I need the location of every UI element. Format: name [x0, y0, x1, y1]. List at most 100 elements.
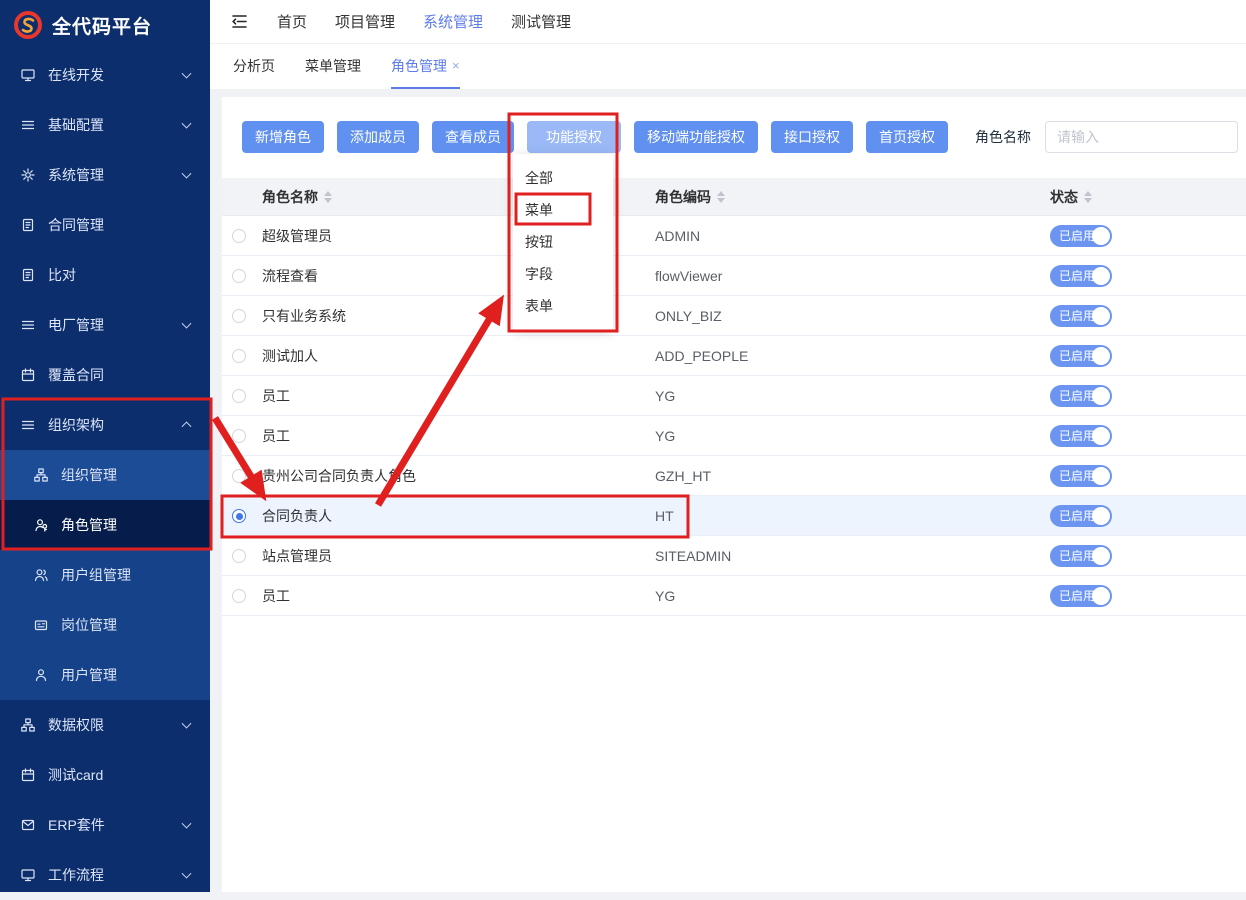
status-toggle[interactable]: 已启用 — [1050, 305, 1112, 327]
sidebar-item-label: 岗位管理 — [61, 615, 117, 635]
dropdown-item[interactable]: 表单 — [513, 290, 613, 322]
navbar-item[interactable]: 首页 — [277, 11, 307, 32]
dropdown-item[interactable]: 按钮 — [513, 226, 613, 258]
role-name-cell: 员工 — [262, 376, 290, 416]
sidebar-item[interactable]: ERP套件 — [0, 800, 210, 850]
top-navbar: 首页 项目管理 系统管理 测试管理 — [210, 0, 1246, 44]
sidebar-item[interactable]: 系统管理 — [0, 150, 210, 200]
radio-button[interactable] — [232, 349, 246, 363]
radio-button[interactable] — [232, 389, 246, 403]
page-tab[interactable]: 菜单管理 × — [305, 44, 361, 89]
user-group-icon — [33, 567, 49, 583]
sidebar-item[interactable]: 用户管理 — [0, 650, 210, 700]
table-row[interactable]: 流程查看 flowViewer 已启用 — [222, 256, 1246, 296]
column-header-role-code[interactable]: 角色编码 — [655, 178, 725, 216]
role-name-cell: 员工 — [262, 416, 290, 456]
navbar-item[interactable]: 测试管理 — [511, 11, 571, 32]
sidebar-item[interactable]: 覆盖合同 — [0, 350, 210, 400]
radio-button[interactable] — [232, 309, 246, 323]
toolbar-button[interactable]: 移动端功能授权 — [634, 121, 758, 153]
toolbar-button[interactable]: 首页授权 — [866, 121, 948, 153]
status-toggle[interactable]: 已启用 — [1050, 545, 1112, 567]
toggle-knob-icon — [1092, 587, 1110, 605]
status-toggle[interactable]: 已启用 — [1050, 385, 1112, 407]
status-toggle[interactable]: 已启用 — [1050, 465, 1112, 487]
role-name-cell: 贵州公司合同负责人角色 — [262, 456, 416, 496]
table-row[interactable]: 员工 YG 已启用 — [222, 416, 1246, 456]
sidebar-item[interactable]: 数据权限 — [0, 700, 210, 750]
column-header-role-name[interactable]: 角色名称 — [262, 178, 332, 216]
close-icon[interactable]: × — [452, 58, 460, 73]
toolbar-button[interactable]: 新增角色 — [242, 121, 324, 153]
sidebar-item[interactable]: 电厂管理 — [0, 300, 210, 350]
status-toggle[interactable]: 已启用 — [1050, 505, 1112, 527]
radio-button[interactable] — [232, 589, 246, 603]
sidebar-item[interactable]: 基础配置 — [0, 100, 210, 150]
table-row[interactable]: 超级管理员 ADMIN 已启用 — [222, 216, 1246, 256]
radio-button[interactable] — [232, 549, 246, 563]
role-code-cell: flowViewer — [655, 256, 722, 296]
role-name-cell: 测试加人 — [262, 336, 318, 376]
toggle-knob-icon — [1092, 427, 1110, 445]
sidebar-item[interactable]: 角色管理 — [0, 500, 210, 550]
status-toggle[interactable]: 已启用 — [1050, 585, 1112, 607]
table-header: 角色名称 角色编码 状态 — [222, 178, 1246, 216]
sidebar-item[interactable]: 组织管理 — [0, 450, 210, 500]
table-row[interactable]: 合同负责人 HT 已启用 — [222, 496, 1246, 536]
toolbar-button[interactable]: 功能授权 — [527, 121, 621, 153]
sidebar-item[interactable]: 组织架构 — [0, 400, 210, 450]
radio-button[interactable] — [232, 269, 246, 283]
table-row[interactable]: 只有业务系统 ONLY_BIZ 已启用 — [222, 296, 1246, 336]
navbar-item[interactable]: 项目管理 — [335, 11, 395, 32]
dropdown-item[interactable]: 全部 — [513, 162, 613, 194]
radio-button[interactable] — [232, 509, 246, 523]
table-row[interactable]: 贵州公司合同负责人角色 GZH_HT 已启用 — [222, 456, 1246, 496]
table-row[interactable]: 员工 YG 已启用 — [222, 576, 1246, 616]
sidebar-item-label: 合同管理 — [48, 215, 104, 235]
toolbar-button[interactable]: 添加成员 — [337, 121, 419, 153]
toolbar-button[interactable]: 接口授权 — [771, 121, 853, 153]
table-row[interactable]: 站点管理员 SITEADMIN 已启用 — [222, 536, 1246, 576]
toggle-knob-icon — [1092, 467, 1110, 485]
sidebar-item[interactable]: 在线开发 — [0, 50, 210, 100]
sidebar-item[interactable]: 合同管理 — [0, 200, 210, 250]
status-toggle[interactable]: 已启用 — [1050, 225, 1112, 247]
role-name-cell: 只有业务系统 — [262, 296, 346, 336]
toolbar-button[interactable]: 查看成员 — [432, 121, 514, 153]
status-toggle[interactable]: 已启用 — [1050, 425, 1112, 447]
sort-caret-icon[interactable] — [324, 191, 332, 203]
sort-caret-icon[interactable] — [1084, 191, 1092, 203]
radio-button[interactable] — [232, 469, 246, 483]
page-tab[interactable]: 分析页 × — [233, 44, 275, 89]
radio-button[interactable] — [232, 229, 246, 243]
menu-fold-icon[interactable] — [230, 12, 249, 31]
sidebar-item[interactable]: 比对 — [0, 250, 210, 300]
tab-label: 菜单管理 — [305, 56, 361, 76]
sidebar-item-label: 基础配置 — [48, 115, 104, 135]
column-header-status[interactable]: 状态 — [1050, 178, 1092, 216]
role-code-cell: ADMIN — [655, 216, 700, 256]
monitor-icon — [20, 67, 36, 83]
radio-button[interactable] — [232, 429, 246, 443]
sidebar-item[interactable]: 测试card — [0, 750, 210, 800]
sort-caret-icon[interactable] — [717, 191, 725, 203]
role-code-cell: HT — [655, 496, 674, 536]
sidebar-item[interactable]: 工作流程 — [0, 850, 210, 900]
toolbar-buttons: 新增角色 添加成员 查看成员 功能授权 移动端功能授权 接口授权 首页授权 — [242, 121, 961, 153]
status-toggle[interactable]: 已启用 — [1050, 345, 1112, 367]
contract-icon — [20, 267, 36, 283]
role-name-search-label: 角色名称 — [975, 127, 1031, 147]
table-row[interactable]: 测试加人 ADD_PEOPLE 已启用 — [222, 336, 1246, 376]
table-row[interactable]: 员工 YG 已启用 — [222, 376, 1246, 416]
content-panel: 新增角色 添加成员 查看成员 功能授权 移动端功能授权 接口授权 首页授权 角色… — [222, 97, 1246, 892]
mail-icon — [20, 817, 36, 833]
role-name-input[interactable] — [1045, 121, 1238, 153]
role-name-cell: 超级管理员 — [262, 216, 332, 256]
page-tab[interactable]: 角色管理 × — [391, 44, 460, 89]
sidebar-item[interactable]: 岗位管理 — [0, 600, 210, 650]
dropdown-item[interactable]: 字段 — [513, 258, 613, 290]
navbar-item[interactable]: 系统管理 — [423, 11, 483, 32]
status-toggle[interactable]: 已启用 — [1050, 265, 1112, 287]
sidebar-item[interactable]: 用户组管理 — [0, 550, 210, 600]
dropdown-item[interactable]: 菜单 — [513, 194, 613, 226]
